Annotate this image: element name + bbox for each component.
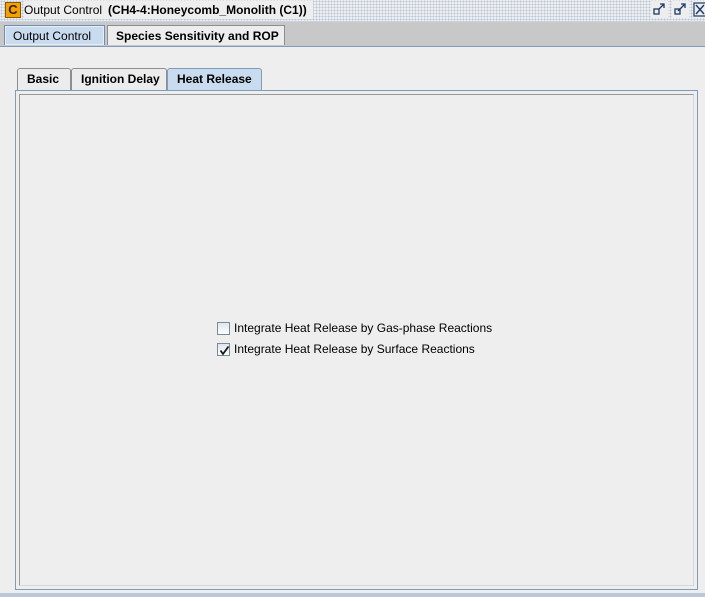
tab-output-control[interactable]: Output Control bbox=[4, 25, 105, 45]
checkmark-icon bbox=[219, 345, 230, 356]
option-surface-heat-release[interactable]: Integrate Heat Release by Surface Reacti… bbox=[217, 341, 475, 357]
window-title-text: Output Control bbox=[24, 3, 103, 17]
tab-basic[interactable]: Basic bbox=[17, 68, 71, 90]
top-tab-strip: Output Control Species Sensitivity and R… bbox=[0, 22, 705, 47]
surface-checkbox[interactable] bbox=[217, 342, 230, 356]
app-logo-icon: C bbox=[5, 2, 21, 18]
tab-species-sensitivity-rop[interactable]: Species Sensitivity and ROP bbox=[107, 25, 285, 45]
window-bottom-border bbox=[0, 593, 705, 597]
option-gas-phase-heat-release[interactable]: Integrate Heat Release by Gas-phase Reac… bbox=[217, 320, 492, 336]
window-title: Output Control (CH4-4:Honeycomb_Monolith … bbox=[24, 1, 313, 19]
tab-ignition-delay[interactable]: Ignition Delay bbox=[71, 68, 167, 90]
tab-heat-release[interactable]: Heat Release bbox=[167, 68, 262, 91]
gas-phase-checkbox-label: Integrate Heat Release by Gas-phase Reac… bbox=[234, 321, 493, 335]
panel-inner-border bbox=[19, 94, 694, 586]
gas-phase-checkbox[interactable] bbox=[217, 321, 230, 335]
close-icon[interactable] bbox=[693, 1, 705, 18]
window-titlebar[interactable]: C Output Control (CH4-4:Honeycomb_Monolit… bbox=[0, 0, 705, 22]
maximize-icon[interactable] bbox=[672, 1, 689, 18]
surface-checkbox-label: Integrate Heat Release by Surface Reacti… bbox=[234, 342, 475, 356]
restore-icon[interactable] bbox=[651, 1, 668, 18]
heat-release-panel bbox=[15, 90, 698, 590]
window-subtitle-text: (CH4-4:Honeycomb_Monolith (C1)) bbox=[108, 3, 307, 17]
